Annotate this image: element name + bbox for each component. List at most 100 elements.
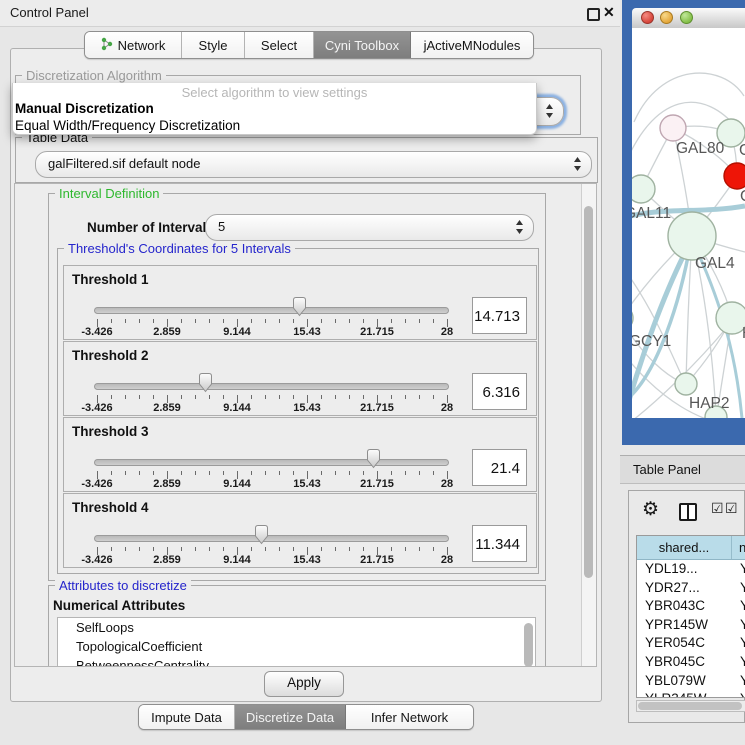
name-cell[interactable]: YPR1 [732, 616, 745, 635]
slider-tick-label: 9.144 [207, 326, 267, 338]
checkbox-icon-2[interactable]: ☑ [725, 500, 738, 517]
shared-name-cell[interactable]: YDL19... [637, 560, 732, 579]
tab-network[interactable]: Network [85, 32, 182, 58]
tab-infer-network[interactable]: Infer Network [346, 705, 473, 729]
shared-name-cell[interactable]: YER054C [637, 634, 732, 653]
node-label-GCY1: GCY1 [632, 333, 671, 350]
name-cell[interactable]: YBR0 [732, 597, 745, 616]
slider-tick-label: 21.715 [347, 326, 407, 338]
threshold-1-slider-track[interactable] [94, 307, 449, 314]
slider-tick [125, 319, 126, 323]
table-hscrollbar-thumb[interactable] [638, 702, 742, 710]
name-cell[interactable]: YDR2 [732, 579, 745, 598]
columns-icon[interactable] [679, 503, 697, 521]
checkbox-icon[interactable]: ☑ [711, 500, 724, 517]
threshold-2-slider-thumb[interactable] [197, 372, 214, 393]
shared-name-cell[interactable]: YBR045C [637, 653, 732, 672]
attribute-list-item[interactable]: SelfLoops [58, 618, 535, 637]
attribute-list-item[interactable]: BetweennessCentrality [58, 656, 535, 667]
name-cell[interactable]: YLR3 [732, 690, 745, 698]
slider-tick [433, 471, 434, 475]
slider-tick [391, 319, 392, 323]
name-cell[interactable]: YBR0 [732, 653, 745, 672]
threshold-3-value-field[interactable]: 21.4 [472, 449, 527, 486]
settings-scrollbar-thumb[interactable] [584, 206, 593, 578]
slider-tick [139, 319, 140, 323]
threshold-4-value-field[interactable]: 11.344 [472, 525, 527, 562]
table-row[interactable]: YER054CYER0 [637, 634, 745, 653]
table-row[interactable]: YLR345WYLR3 [637, 690, 745, 698]
shared-name-cell[interactable]: YPR145W [637, 616, 732, 635]
shared-name-cell[interactable]: YLR345W [637, 690, 732, 698]
table-row[interactable]: YBR045CYBR0 [637, 653, 745, 672]
network-node-green[interactable] [632, 305, 633, 331]
table-row[interactable]: YBL079WYBL0 [637, 672, 745, 691]
apply-button[interactable]: Apply [264, 671, 344, 697]
control-panel-title: Control Panel [10, 5, 89, 20]
attributes-scrollbar[interactable] [522, 618, 535, 667]
threshold-4-slider-track[interactable] [94, 535, 449, 542]
threshold-2-box: Threshold 2 6.316 -3.4262.8599.14415.432… [63, 341, 537, 416]
tab-jactivemnodules[interactable]: jActiveMNodules [411, 32, 533, 58]
dropdown-prompt-item[interactable]: Select algorithm to view settings [13, 85, 536, 100]
threshold-3-slider-thumb[interactable] [365, 448, 382, 469]
slider-tick-label: 15.43 [277, 478, 337, 490]
network-node-green[interactable] [668, 212, 716, 260]
slider-tick-label: 2.859 [137, 554, 197, 566]
network-node-pink[interactable] [660, 115, 686, 141]
settings-scrollbar[interactable] [581, 184, 596, 666]
table-horizontal-scrollbar[interactable] [636, 700, 745, 712]
network-node-green[interactable] [675, 373, 697, 395]
slider-tick [349, 319, 350, 323]
threshold-2-value-field[interactable]: 6.316 [472, 373, 527, 410]
threshold-4-slider-thumb[interactable] [253, 524, 270, 545]
attribute-list-item[interactable]: TopologicalCoefficient [58, 637, 535, 656]
slider-tick [349, 395, 350, 399]
close-traffic-light[interactable] [641, 11, 654, 24]
attributes-group: Attributes to discretize Numerical Attri… [48, 585, 546, 667]
name-cell[interactable]: YBL0 [732, 672, 745, 691]
threshold-1-label: Threshold 1 [72, 272, 149, 287]
network-node-green[interactable] [632, 175, 655, 203]
network-node-red[interactable] [724, 163, 745, 189]
table-row[interactable]: YBR043CYBR0 [637, 597, 745, 616]
tab-select[interactable]: Select [245, 32, 314, 58]
gear-icon[interactable]: ⚙ [642, 498, 659, 521]
dropdown-item-equal-width-frequency[interactable]: Equal Width/Frequency Discretization [15, 118, 240, 133]
slider-tick [181, 547, 182, 551]
threshold-1-slider-thumb[interactable] [291, 296, 308, 317]
float-window-icon[interactable] [587, 8, 600, 21]
table-row[interactable]: YDR27...YDR2 [637, 579, 745, 598]
shared-name-cell[interactable]: YBR043C [637, 597, 732, 616]
table-browser-window: ⚙ ☑ ☑ shared... na YDL19...YDL1YDR27...Y… [628, 490, 745, 723]
table-data-select[interactable]: galFiltered.sif default node [35, 151, 592, 178]
name-cell[interactable]: YER0 [732, 634, 745, 653]
zoom-traffic-light[interactable] [680, 11, 693, 24]
network-node-green[interactable] [716, 302, 745, 334]
screenshot-stage: Control Panel ✕ Discretization Algorithm… [0, 0, 745, 745]
tab-impute-data[interactable]: Impute Data [139, 705, 235, 729]
network-canvas[interactable]: GAL80GACGAL11GAL4GCY1HHAP2 [632, 28, 745, 418]
threshold-2-slider-track[interactable] [94, 383, 449, 390]
table-row[interactable]: YPR145WYPR1 [637, 616, 745, 635]
threshold-1-value-field[interactable]: 14.713 [472, 297, 527, 334]
shared-name-cell[interactable]: YDR27... [637, 579, 732, 598]
numerical-attributes-list[interactable]: SelfLoopsTopologicalCoefficientBetweenne… [57, 617, 536, 667]
tab-style[interactable]: Style [182, 32, 245, 58]
column-header-shared-name[interactable]: shared... [637, 536, 732, 559]
bottom-tabstrip: Impute Data Discretize Data Infer Networ… [138, 704, 474, 730]
tab-cyni-toolbox[interactable]: Cyni Toolbox [314, 32, 411, 58]
name-cell[interactable]: YDL1 [732, 560, 745, 579]
tab-discretize-data[interactable]: Discretize Data [235, 705, 346, 729]
close-icon[interactable]: ✕ [603, 4, 615, 21]
shared-name-cell[interactable]: YBL079W [637, 672, 732, 691]
minimize-traffic-light[interactable] [660, 11, 673, 24]
table-row[interactable]: YDL19...YDL1 [637, 560, 745, 579]
threshold-3-slider-track[interactable] [94, 459, 449, 466]
network-window-titlebar[interactable] [632, 8, 745, 29]
dropdown-item-manual-discretization[interactable]: Manual Discretization [15, 101, 154, 116]
attributes-scrollbar-thumb[interactable] [524, 623, 533, 667]
column-header-name[interactable]: na [732, 536, 745, 559]
slider-tick [419, 319, 420, 323]
number-of-intervals-spinner[interactable]: 5 [205, 214, 534, 241]
